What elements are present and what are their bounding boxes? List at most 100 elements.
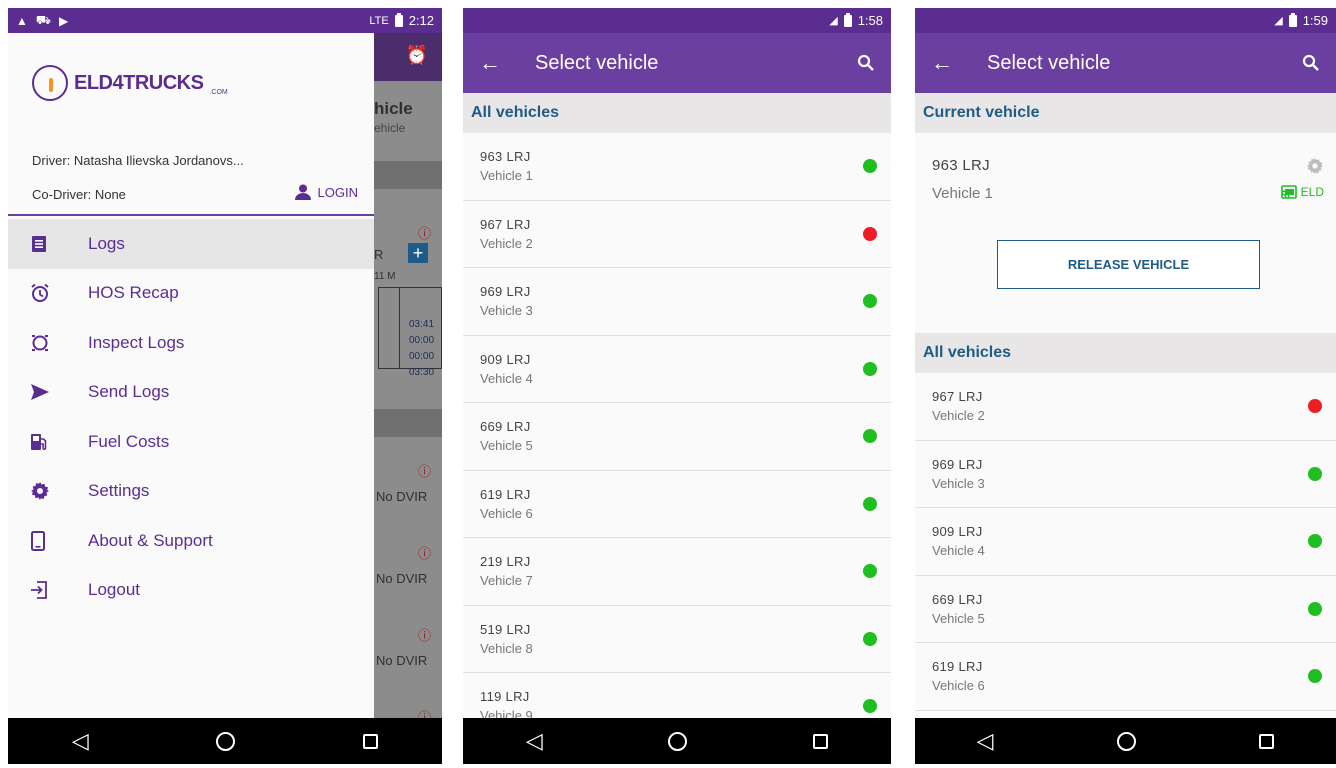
vehicle-row[interactable]: 619 LRJ Vehicle 6 xyxy=(915,643,1336,711)
current-vehicle-number: 963 LRJ xyxy=(932,157,990,174)
phone-screen-drawer: ▲ ⛟ ▶ LTE 2:12 ⏰ hicle ehicle ⓘ R + 11 M… xyxy=(8,8,442,764)
menu-item-inspect-logs[interactable]: Inspect Logs xyxy=(8,318,374,368)
logo-mark-icon xyxy=(32,65,68,101)
alert-icon: ⓘ xyxy=(418,464,432,479)
vehicle-row[interactable]: 967 LRJ Vehicle 2 xyxy=(915,373,1336,441)
vehicle-number: 119 LRJ xyxy=(480,689,530,705)
status-dot-available xyxy=(863,294,877,309)
status-time: 1:59 xyxy=(1302,13,1328,28)
search-icon[interactable] xyxy=(857,54,875,72)
background-time-value: 03:41 xyxy=(409,319,435,330)
status-time: 1:58 xyxy=(857,13,883,28)
status-dot-unavailable xyxy=(1308,399,1322,414)
vehicle-name: Vehicle 6 xyxy=(480,505,533,521)
search-icon[interactable] xyxy=(1302,54,1320,72)
menu-item-logs[interactable]: Logs xyxy=(8,219,374,269)
current-vehicle-name: Vehicle 1 xyxy=(932,185,993,202)
vehicle-name: Vehicle 4 xyxy=(480,370,533,386)
background-dvir-label: No DVIR xyxy=(376,653,428,668)
driver-name: Driver: Natasha Ilievska Jordanovs... xyxy=(32,153,244,168)
vehicle-name: Vehicle 5 xyxy=(480,438,533,454)
menu-item-send-logs[interactable]: Send Logs xyxy=(8,368,374,418)
android-nav-bar: ◁ xyxy=(8,718,442,764)
drawer-header: ELD4TRUCKS .COM Driver: Natasha Ilievska… xyxy=(8,33,374,216)
login-button[interactable]: LOGIN xyxy=(294,184,358,200)
signal-icon: ◢ xyxy=(1274,15,1283,27)
battery-icon xyxy=(843,12,852,27)
status-bar: ◢ 1:58 xyxy=(463,8,891,33)
drawer-menu: Logs HOS Recap Inspect Logs Send Logs Fu… xyxy=(8,219,374,615)
menu-item-hos-recap[interactable]: HOS Recap xyxy=(8,269,374,319)
fuel-pump-icon xyxy=(30,433,88,451)
warning-icon: ▲ xyxy=(16,13,28,28)
status-bar: ◢ 1:59 xyxy=(915,8,1336,33)
vehicle-row[interactable]: 963 LRJ Vehicle 1 xyxy=(463,133,891,201)
vehicle-row[interactable]: 219 LRJ Vehicle 7 xyxy=(463,538,891,606)
vehicle-number: 909 LRJ xyxy=(932,524,983,540)
background-screen-scrim[interactable]: ⏰ hicle ehicle ⓘ R + 11 M 03:41 00:00 00… xyxy=(374,33,442,718)
vehicle-name: Vehicle 2 xyxy=(932,408,985,424)
nav-recents-icon[interactable] xyxy=(813,733,829,749)
back-arrow-icon[interactable]: ← xyxy=(931,50,987,76)
menu-item-logout[interactable]: Logout xyxy=(8,566,374,616)
current-vehicle-card: 963 LRJ Vehicle 1 ELD RELEASE VEHICLE xyxy=(915,133,1336,333)
status-dot-available xyxy=(863,429,877,444)
vehicle-name: Vehicle 1 xyxy=(480,168,533,184)
nav-back-icon[interactable]: ◁ xyxy=(977,728,994,754)
eld-connection-badge: ELD xyxy=(1280,185,1324,199)
vehicle-number: 967 LRJ xyxy=(480,216,531,232)
navigation-drawer: ELD4TRUCKS .COM Driver: Natasha Ilievska… xyxy=(8,33,374,718)
vehicle-row[interactable]: 909 LRJ Vehicle 4 xyxy=(915,508,1336,576)
vehicle-name: Vehicle 7 xyxy=(480,573,533,589)
section-header-all-vehicles: All vehicles xyxy=(463,93,891,133)
release-vehicle-button[interactable]: RELEASE VEHICLE xyxy=(997,240,1260,289)
menu-item-about-support[interactable]: About & Support xyxy=(8,516,374,566)
vehicle-row[interactable]: 969 LRJ Vehicle 3 xyxy=(915,440,1336,508)
logo-suffix: .COM xyxy=(209,89,228,96)
page-title: Select vehicle xyxy=(535,51,659,74)
vehicle-row[interactable]: 669 LRJ Vehicle 5 xyxy=(915,575,1336,643)
gear-icon xyxy=(30,481,88,501)
nav-home-icon[interactable] xyxy=(668,731,688,751)
vehicle-row[interactable]: 619 LRJ Vehicle 6 xyxy=(463,470,891,538)
login-label: LOGIN xyxy=(317,184,358,200)
status-dot-available xyxy=(863,159,877,174)
nav-home-icon[interactable] xyxy=(216,731,236,751)
menu-item-label: Logout xyxy=(88,580,140,600)
alarm-clock-icon xyxy=(30,283,88,303)
nav-home-icon[interactable] xyxy=(1116,731,1136,751)
vehicle-list: 963 LRJ Vehicle 1 967 LRJ Vehicle 2 969 LR… xyxy=(463,133,891,741)
vehicle-number: 969 LRJ xyxy=(480,284,531,300)
android-nav-bar: ◁ xyxy=(463,718,891,764)
vehicle-name: Vehicle 6 xyxy=(932,678,985,694)
vehicle-settings-gear-icon[interactable] xyxy=(1306,157,1324,180)
cast-connected-icon xyxy=(1280,185,1297,199)
background-title: hicle xyxy=(374,99,413,118)
background-time-value: 00:00 xyxy=(409,351,435,362)
phone-device-icon xyxy=(30,530,88,551)
vehicle-row[interactable]: 909 LRJ Vehicle 4 xyxy=(463,335,891,403)
vehicle-number: 963 LRJ xyxy=(480,149,531,165)
alert-icon: ⓘ xyxy=(418,710,432,718)
nav-recents-icon[interactable] xyxy=(363,733,379,749)
nav-back-icon[interactable]: ◁ xyxy=(72,728,89,754)
section-header-all-vehicles: All vehicles xyxy=(915,333,1336,373)
status-time: 2:12 xyxy=(408,13,434,28)
app-toolbar: ← Select vehicle xyxy=(915,33,1336,93)
eld-label: ELD xyxy=(1300,185,1324,199)
nav-back-icon[interactable]: ◁ xyxy=(526,728,543,754)
vehicle-row[interactable]: 519 LRJ Vehicle 8 xyxy=(463,605,891,673)
vehicle-number: 619 LRJ xyxy=(480,486,531,502)
logs-list-icon xyxy=(30,235,88,253)
vehicle-row[interactable]: 669 LRJ Vehicle 5 xyxy=(463,403,891,471)
vehicle-row[interactable]: 969 LRJ Vehicle 3 xyxy=(463,268,891,336)
menu-item-settings[interactable]: Settings xyxy=(8,467,374,517)
menu-item-fuel-costs[interactable]: Fuel Costs xyxy=(8,417,374,467)
back-arrow-icon[interactable]: ← xyxy=(479,50,535,76)
logo-text: ELD4TRUCKS xyxy=(74,71,204,94)
menu-item-label: About & Support xyxy=(88,530,213,550)
logout-icon xyxy=(30,581,88,600)
vehicle-row[interactable]: 967 LRJ Vehicle 2 xyxy=(463,200,891,268)
nav-recents-icon[interactable] xyxy=(1259,733,1275,749)
menu-item-label: Fuel Costs xyxy=(88,431,170,451)
